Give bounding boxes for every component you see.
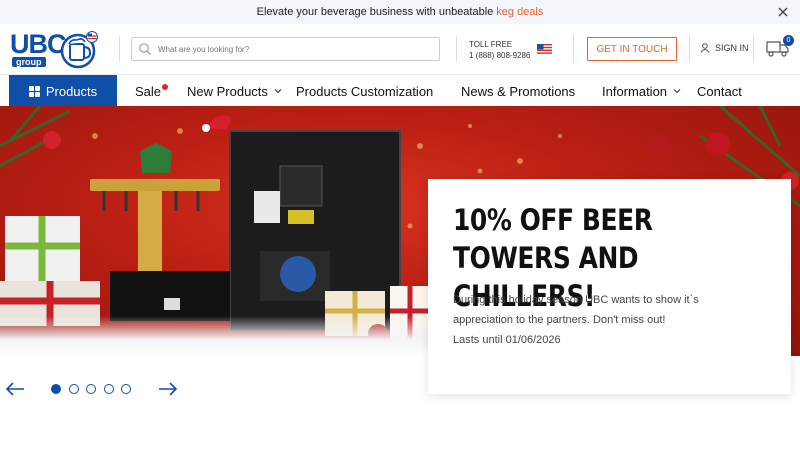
chevron-down-icon	[673, 89, 681, 94]
user-icon	[700, 43, 710, 53]
carousel-dots	[51, 384, 139, 394]
arrow-right-icon[interactable]	[158, 381, 178, 397]
hero-expiry-date: Lasts until 01/06/2026	[453, 334, 561, 346]
promo-card: 10% OFF BEER TOWERS AND CHILLERS! During…	[428, 179, 791, 394]
hero-description: During this holiday season UBC wants to …	[453, 290, 773, 350]
nav-item-sale[interactable]: Sale	[135, 75, 169, 107]
nav-item-contact[interactable]: Contact	[697, 75, 742, 107]
toll-free-block[interactable]: TOLL FREE 1 (888) 808-9286	[469, 39, 530, 61]
nav-item-label: New Products	[187, 83, 268, 99]
carousel-dot[interactable]	[51, 384, 61, 394]
arrow-left-icon[interactable]	[5, 381, 25, 397]
cart-button[interactable]: 0	[766, 35, 794, 60]
chevron-down-icon	[274, 89, 282, 94]
ubc-logo[interactable]: UBC group	[10, 30, 100, 70]
promo-bar: Elevate your beverage business with unbe…	[0, 0, 800, 24]
sign-in-link[interactable]: SIGN IN	[700, 43, 749, 53]
divider	[689, 36, 690, 62]
search-input[interactable]	[158, 44, 418, 54]
nav-item-label: Products Customization	[296, 83, 434, 99]
products-menu-button[interactable]: Products	[9, 75, 117, 107]
logo-subtitle: group	[12, 57, 46, 67]
divider	[753, 36, 754, 62]
products-label: Products	[45, 83, 98, 99]
nav-item-new-products[interactable]: New Products	[187, 75, 282, 107]
cart-count-badge: 0	[783, 35, 794, 46]
search-box[interactable]	[131, 37, 440, 61]
us-flag-icon[interactable]	[537, 44, 552, 54]
beer-mug-icon	[60, 31, 98, 69]
nav-item-news-promotions[interactable]: News & Promotions	[461, 75, 575, 107]
divider	[456, 36, 457, 62]
grid-icon	[28, 85, 40, 97]
hero-text-line: appreciation to the partners. Don't miss…	[453, 314, 666, 326]
nav-item-label: Information	[602, 83, 668, 99]
carousel-dot[interactable]	[86, 384, 96, 394]
hero-text-line: During this holiday season UBC wants to …	[453, 294, 699, 306]
sign-in-label: SIGN IN	[715, 43, 749, 53]
nav-item-label: Sale	[135, 83, 162, 99]
close-icon[interactable]	[776, 5, 790, 19]
promo-text: Elevate your beverage business with unbe…	[256, 6, 494, 18]
carousel-dot[interactable]	[121, 384, 131, 394]
carousel-dot[interactable]	[103, 384, 114, 394]
search-icon[interactable]	[138, 42, 152, 56]
nav-item-information[interactable]: Information	[602, 75, 681, 107]
main-nav: Products Sale New Products Products Cust…	[0, 74, 800, 107]
divider	[573, 36, 574, 62]
toll-free-label: TOLL FREE	[469, 40, 513, 49]
sale-dot-indicator	[162, 83, 169, 90]
get-in-touch-button[interactable]: GET IN TOUCH	[587, 37, 677, 61]
snow-overlay	[0, 316, 480, 356]
site-header: UBC group TOLL FREE 1 (888) 808-9286	[0, 24, 800, 74]
nav-item-products-customization[interactable]: Products Customization	[296, 75, 433, 107]
toll-free-number[interactable]: 1 (888) 808-9286	[469, 50, 530, 61]
promo-link[interactable]: keg deals	[496, 6, 543, 18]
divider	[119, 36, 120, 62]
nav-item-label: Contact	[697, 83, 742, 99]
carousel-dot[interactable]	[68, 384, 79, 394]
nav-item-label: News & Promotions	[461, 83, 576, 99]
